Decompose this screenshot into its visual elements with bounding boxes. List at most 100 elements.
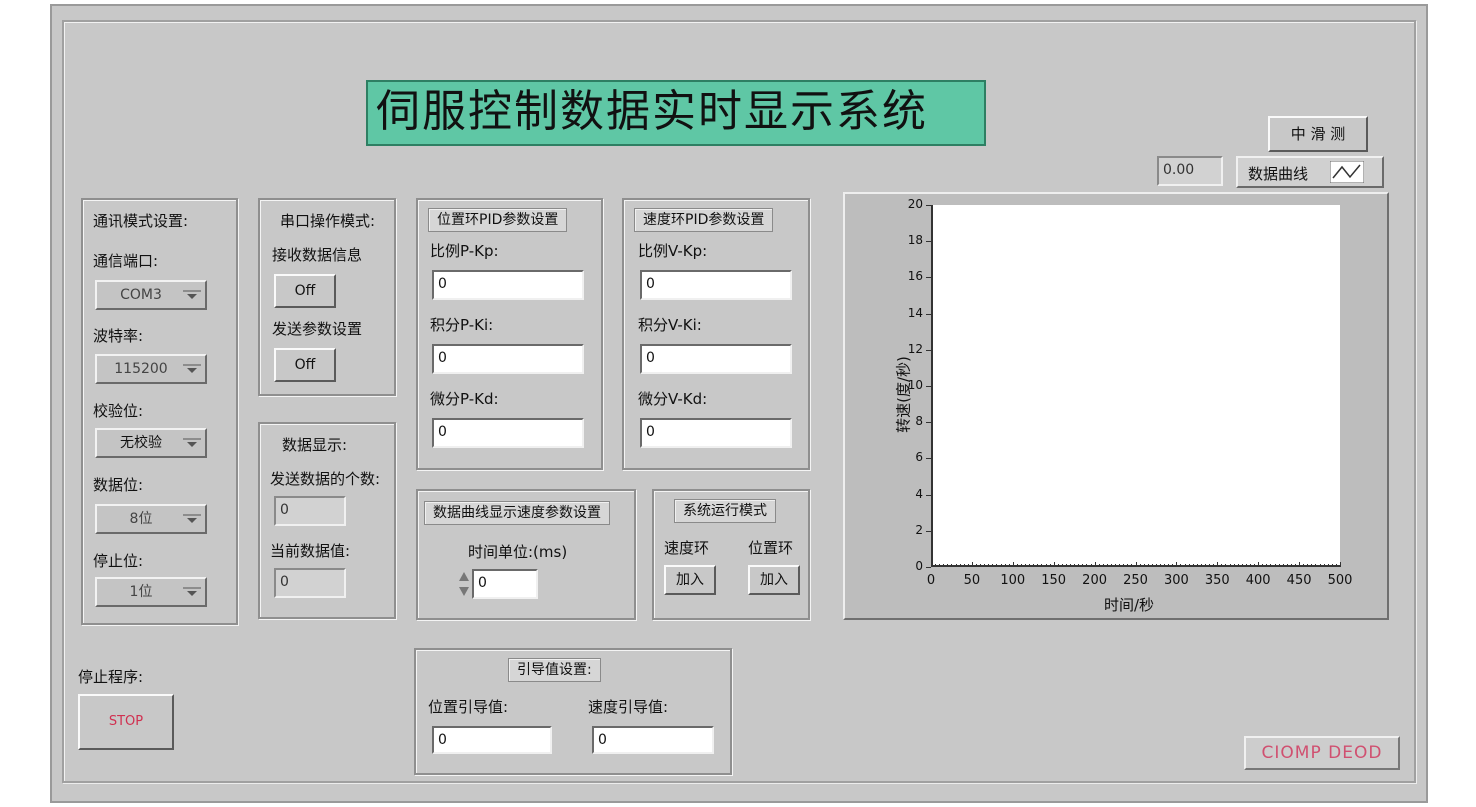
x-tick-mark — [1286, 564, 1288, 567]
y-tick-mark — [926, 241, 931, 243]
x-tick-label: 350 — [1204, 573, 1230, 588]
x-tick-mark — [1213, 564, 1215, 567]
x-tick-label: 400 — [1245, 573, 1271, 588]
baud-select[interactable]: 115200 — [95, 354, 207, 384]
graph-palette-button[interactable]: 中 滑 测 — [1268, 116, 1368, 152]
curve-speed-panel: 数据曲线显示速度参数设置 时间单位:(ms) 0 — [416, 489, 636, 620]
x-tick-label: 50 — [963, 573, 981, 588]
time-unit-label: 时间单位:(ms) — [468, 543, 568, 561]
x-tick-mark — [1323, 564, 1325, 567]
x-tick-mark — [1209, 564, 1211, 567]
spinner-arrows-icon[interactable] — [458, 569, 470, 599]
vel-kd-input[interactable]: 0 — [640, 418, 792, 448]
x-tick-mark — [1295, 564, 1296, 567]
position-pid-panel: 位置环PID参数设置 比例P-Kp: 0 积分P-Ki: 0 微分P-Kd: 0 — [416, 198, 603, 470]
x-tick-mark — [1106, 564, 1108, 567]
stop-button[interactable]: STOP — [78, 694, 174, 750]
x-tick-mark — [1327, 564, 1329, 567]
x-tick-mark — [1274, 564, 1276, 567]
receive-toggle-button[interactable]: Off — [274, 274, 336, 308]
y-tick-mark — [926, 349, 931, 351]
port-select[interactable]: COM3 — [95, 280, 207, 310]
x-tick-mark — [1155, 564, 1157, 567]
pos-kd-input[interactable]: 0 — [432, 418, 584, 448]
plot-area[interactable] — [931, 205, 1340, 567]
x-tick-mark — [1241, 564, 1243, 567]
stopbits-select[interactable]: 1位 — [95, 577, 207, 607]
sent-count-label: 发送数据的个数: — [270, 470, 381, 488]
stopbits-label: 停止位: — [93, 552, 144, 570]
pos-ki-input[interactable]: 0 — [432, 344, 584, 374]
x-tick-mark — [1082, 564, 1084, 567]
x-tick-mark — [1123, 564, 1125, 567]
x-tick-mark — [1131, 564, 1133, 567]
x-tick-mark — [1098, 564, 1100, 567]
pos-loop-add-button[interactable]: 加入 — [748, 565, 800, 595]
x-tick-mark — [951, 564, 953, 567]
port-label: 通信端口: — [93, 252, 159, 270]
vel-ki-label: 积分V-Ki: — [638, 316, 702, 334]
x-tick-mark — [1250, 564, 1252, 567]
x-tick-mark — [1090, 564, 1092, 567]
y-tick-mark — [926, 494, 931, 496]
x-tick-mark — [1196, 564, 1198, 567]
chevron-down-icon — [183, 587, 201, 596]
plot-legend[interactable]: 数据曲线 — [1236, 156, 1384, 188]
x-tick-mark — [1217, 562, 1219, 567]
y-tick-label: 16 — [907, 269, 923, 284]
databits-select[interactable]: 8位 — [95, 504, 207, 534]
x-tick-mark — [1151, 564, 1153, 567]
x-tick-mark — [1078, 564, 1080, 567]
x-tick-mark — [1290, 564, 1292, 567]
vel-kp-input[interactable]: 0 — [640, 270, 792, 300]
cursor-value-indicator: 0.00 — [1157, 156, 1223, 186]
pos-guide-input[interactable]: 0 — [432, 726, 552, 754]
legend-line-icon — [1330, 161, 1364, 183]
parity-select[interactable]: 无校验 — [95, 428, 207, 458]
x-tick-mark — [1262, 564, 1264, 567]
x-tick-mark — [1278, 564, 1280, 567]
serial-mode-panel: 串口操作模式: 接收数据信息 Off 发送参数设置 Off — [258, 198, 396, 396]
x-tick-mark — [1061, 564, 1063, 567]
x-tick-mark — [1299, 562, 1301, 567]
x-tick-mark — [1074, 564, 1076, 567]
guide-settings-panel: 引导值设置: 位置引导值: 0 速度引导值: 0 — [414, 648, 732, 775]
x-tick-mark — [1205, 564, 1207, 567]
vel-ki-input[interactable]: 0 — [640, 344, 792, 374]
x-tick-mark — [935, 564, 937, 567]
send-label: 发送参数设置 — [272, 320, 363, 338]
x-tick-mark — [1143, 564, 1145, 567]
x-tick-mark — [1188, 564, 1190, 567]
x-tick-mark — [1012, 562, 1014, 567]
databits-label: 数据位: — [93, 476, 144, 494]
x-tick-mark — [1016, 564, 1018, 567]
pos-kp-input[interactable]: 0 — [432, 270, 584, 300]
x-tick-mark — [1340, 562, 1341, 567]
x-tick-mark — [1184, 564, 1186, 567]
x-tick-mark — [1008, 564, 1010, 567]
vel-kp-label: 比例V-Kp: — [638, 242, 708, 260]
receive-label: 接收数据信息 — [272, 246, 363, 264]
y-tick-label: 20 — [907, 197, 923, 211]
x-tick-label: 150 — [1041, 573, 1067, 588]
guide-heading: 引导值设置: — [508, 658, 601, 682]
x-tick-mark — [1045, 564, 1047, 567]
y-tick-label: 18 — [907, 233, 923, 248]
pos-loop-label: 位置环 — [748, 539, 794, 557]
chevron-down-icon — [183, 514, 201, 523]
send-toggle-button[interactable]: Off — [274, 348, 336, 382]
pos-kp-label: 比例P-Kp: — [430, 242, 499, 260]
data-display-panel: 数据显示: 发送数据的个数: 0 当前数据值: 0 — [258, 422, 396, 619]
run-mode-heading: 系统运行模式 — [674, 499, 776, 523]
y-tick-label: 2 — [915, 522, 923, 537]
y-tick-label: 14 — [907, 305, 923, 320]
x-tick-mark — [1270, 564, 1272, 567]
x-tick-mark — [1127, 564, 1129, 567]
vel-loop-add-button[interactable]: 加入 — [664, 565, 716, 595]
x-tick-mark — [1102, 564, 1104, 567]
time-unit-input[interactable]: 0 — [472, 569, 538, 599]
x-tick-mark — [1233, 564, 1235, 567]
vel-loop-label: 速度环 — [664, 539, 710, 557]
pos-kd-label: 微分P-Kd: — [430, 390, 499, 408]
vel-guide-input[interactable]: 0 — [592, 726, 714, 754]
